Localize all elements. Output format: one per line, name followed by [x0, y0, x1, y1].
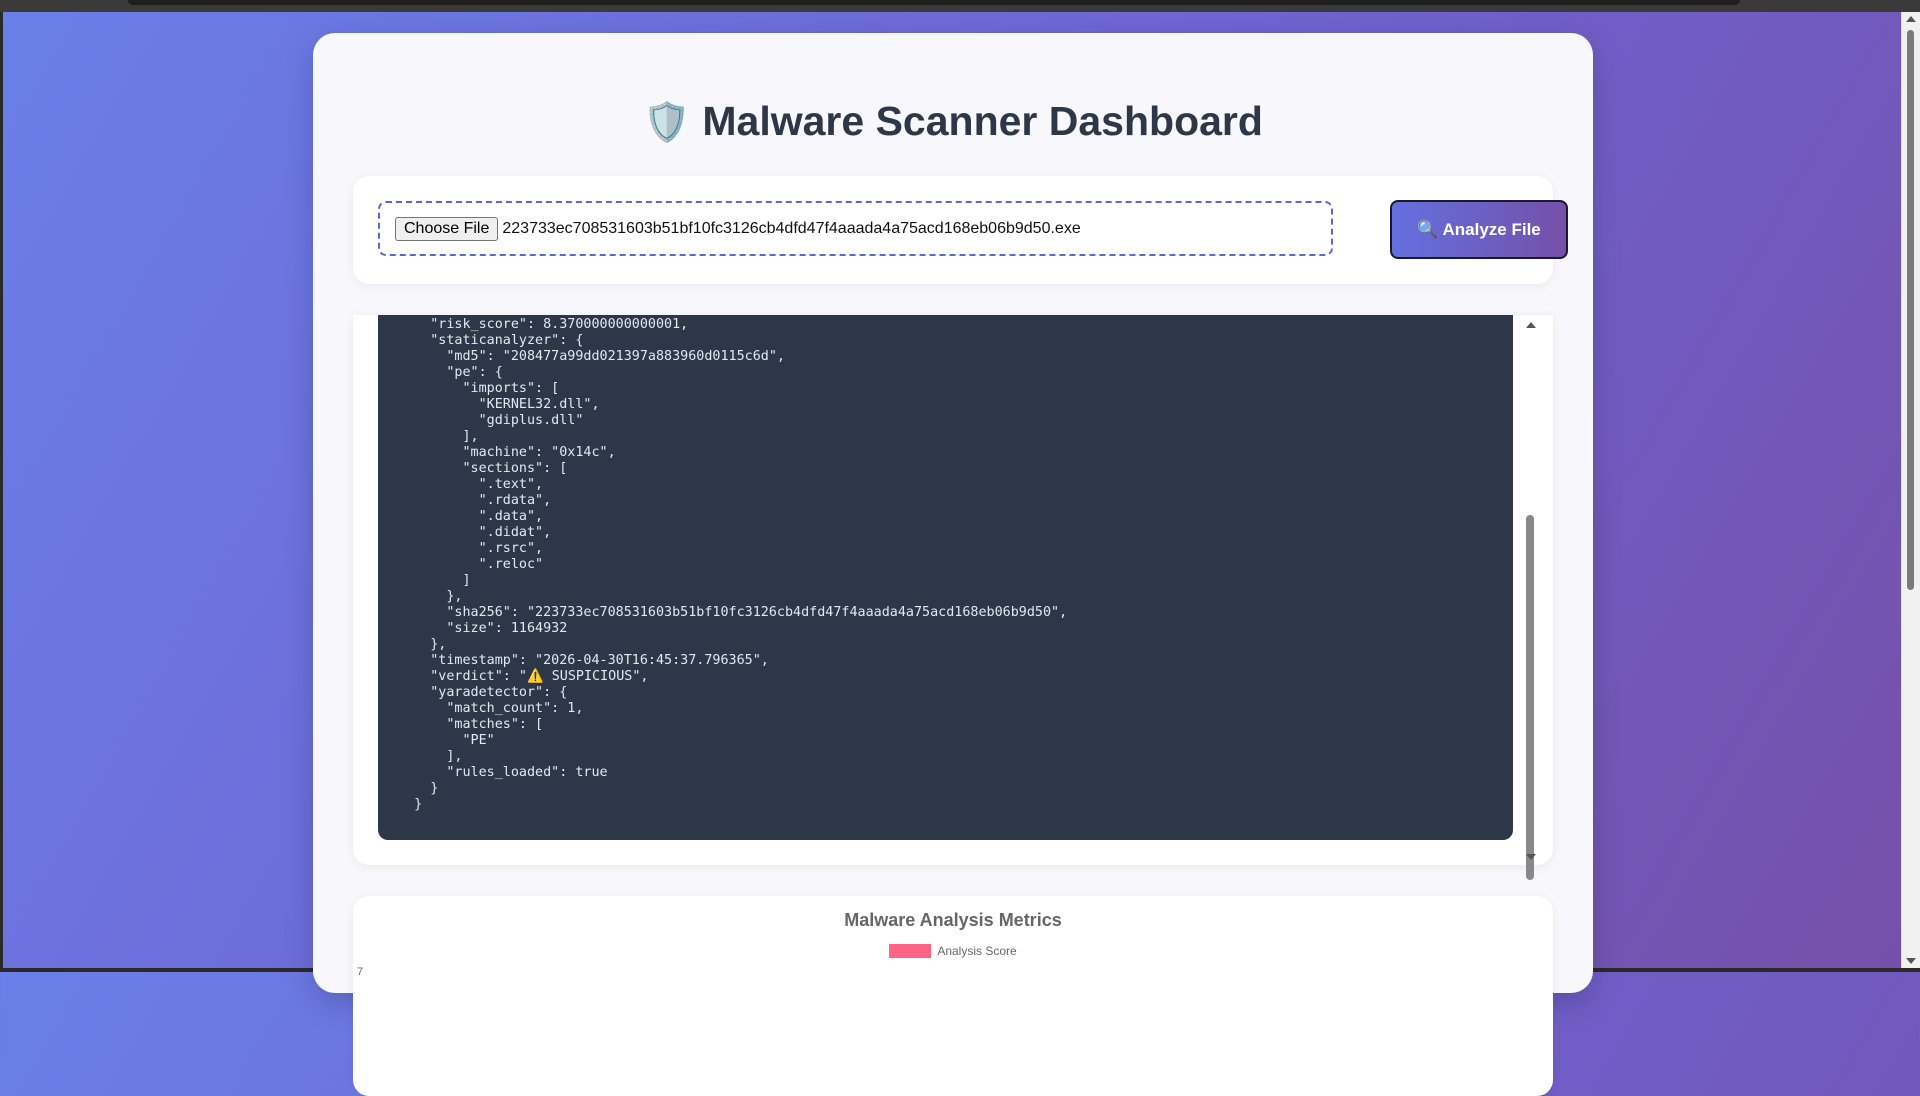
page-scroll-down-icon[interactable]: [1906, 958, 1916, 964]
analyze-file-button[interactable]: 🔍 Analyze File: [1390, 200, 1568, 259]
metrics-chart-card: Malware Analysis Metrics Analysis Score …: [353, 896, 1553, 1096]
selected-filename: 223733ec708531603b51bf10fc3126cb4dfd47f4…: [502, 219, 1081, 237]
results-card: }, "risk_score": 8.370000000000001, "sta…: [353, 315, 1553, 880]
metrics-title: Malware Analysis Metrics: [844, 910, 1062, 930]
browser-tab-strip: [128, 0, 1740, 5]
json-result-panel[interactable]: }, "risk_score": 8.370000000000001, "sta…: [378, 315, 1513, 840]
page-scroll-up-icon[interactable]: [1906, 16, 1916, 22]
scroll-down-arrow-icon[interactable]: [1526, 854, 1536, 860]
scroll-thumb[interactable]: [1526, 515, 1534, 880]
shield-icon: 🛡️: [643, 102, 691, 144]
page-scroll-thumb[interactable]: [1907, 30, 1914, 590]
chart-legend[interactable]: Analysis Score: [353, 944, 1553, 958]
dashboard-container: 🛡️ Malware Scanner Dashboard Choose File …: [313, 33, 1593, 1096]
upload-card: Choose File 223733ec708531603b51bf10fc31…: [353, 176, 1568, 284]
window-frame-left: [0, 12, 3, 972]
page-title: 🛡️ Malware Scanner Dashboard: [313, 98, 1593, 145]
browser-top-bar: [0, 0, 1920, 12]
legend-label: Analysis Score: [937, 944, 1017, 958]
page-title-text: Malware Scanner Dashboard: [702, 98, 1263, 144]
json-result-text: }, "risk_score": 8.370000000000001, "sta…: [414, 315, 1068, 812]
page-scrollbar[interactable]: [1901, 12, 1920, 968]
scroll-up-arrow-icon[interactable]: [1526, 322, 1536, 328]
y-axis-tick: 7: [357, 966, 364, 978]
legend-swatch: [889, 944, 932, 958]
choose-file-button[interactable]: Choose File: [395, 216, 499, 241]
file-dropzone[interactable]: Choose File 223733ec708531603b51bf10fc31…: [378, 201, 1333, 256]
results-scrollbar[interactable]: [1521, 315, 1541, 880]
